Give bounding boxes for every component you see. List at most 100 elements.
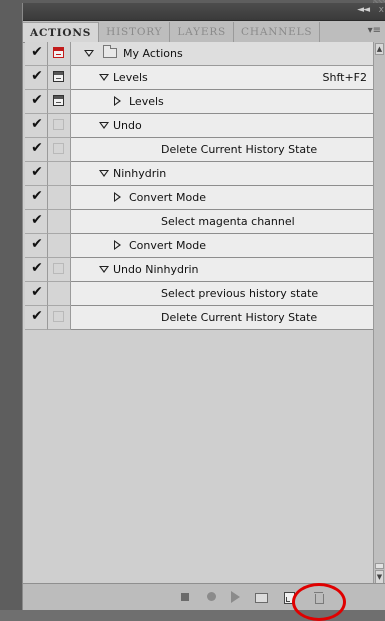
action-label: Undo Ninhydrin bbox=[113, 263, 199, 276]
action-step-row[interactable]: ✔ Select magenta channel bbox=[23, 210, 374, 234]
expanded-triangle-icon[interactable] bbox=[84, 50, 94, 57]
tab-channels[interactable]: CHANNELS bbox=[234, 22, 321, 42]
checkmark-icon: ✔ bbox=[31, 68, 43, 84]
action-set-row[interactable]: ✔ My Actions bbox=[23, 42, 374, 66]
play-selection-button[interactable] bbox=[227, 590, 243, 604]
toggle-item-on-off[interactable]: ✔ bbox=[25, 258, 48, 282]
toggle-dialog-on-off[interactable] bbox=[48, 210, 71, 234]
action-item[interactable]: Select previous history state bbox=[71, 282, 374, 306]
action-label: Undo bbox=[113, 119, 142, 132]
expanded-triangle-icon[interactable] bbox=[99, 122, 109, 129]
action-item[interactable]: Select magenta channel bbox=[71, 210, 374, 234]
action-label: Delete Current History State bbox=[161, 311, 318, 324]
collapsed-triangle-icon[interactable] bbox=[114, 192, 121, 202]
toggle-dialog-on-off[interactable] bbox=[48, 258, 71, 282]
toggle-item-on-off[interactable]: ✔ bbox=[25, 306, 48, 330]
toggle-dialog-on-off[interactable] bbox=[48, 90, 71, 114]
create-new-action-button[interactable] bbox=[281, 590, 297, 604]
toggle-dialog-on-off[interactable] bbox=[48, 66, 71, 90]
action-item[interactable]: My Actions bbox=[71, 42, 374, 66]
action-item[interactable]: Ninhydrin bbox=[71, 162, 374, 186]
dialog-placeholder-icon bbox=[53, 263, 64, 274]
scroll-up-arrow-icon[interactable]: ▲ bbox=[375, 43, 384, 55]
tab-layers[interactable]: LAYERS bbox=[170, 22, 235, 42]
action-row[interactable]: ✔ Levels Shft+F2 bbox=[23, 66, 374, 90]
action-label: Select previous history state bbox=[161, 287, 319, 300]
close-icon[interactable]: x bbox=[379, 5, 384, 15]
panel-menu-icon[interactable]: ▾≡ bbox=[368, 25, 381, 36]
action-step-row[interactable]: ✔ Levels bbox=[23, 90, 374, 114]
dialog-placeholder-icon bbox=[53, 119, 64, 130]
checkmark-icon: ✔ bbox=[31, 44, 43, 60]
stop-playing-recording-button[interactable] bbox=[178, 590, 194, 604]
action-label: My Actions bbox=[123, 47, 183, 60]
collapsed-triangle-icon[interactable] bbox=[114, 240, 121, 250]
toggle-dialog-on-off[interactable] bbox=[48, 138, 71, 162]
dialog-icon bbox=[53, 47, 64, 58]
toggle-dialog-on-off[interactable] bbox=[48, 306, 71, 330]
toggle-dialog-on-off[interactable] bbox=[48, 114, 71, 138]
expanded-triangle-icon[interactable] bbox=[99, 266, 109, 273]
toggle-dialog-on-off[interactable] bbox=[48, 42, 71, 66]
toggle-item-on-off[interactable]: ✔ bbox=[25, 186, 48, 210]
action-label: Convert Mode bbox=[129, 191, 206, 204]
toggle-item-on-off[interactable]: ✔ bbox=[25, 90, 48, 114]
action-item[interactable]: Undo Ninhydrin bbox=[71, 258, 374, 282]
checkmark-icon: ✔ bbox=[31, 236, 43, 252]
begin-recording-button[interactable] bbox=[204, 590, 220, 604]
toggle-item-on-off[interactable]: ✔ bbox=[25, 282, 48, 306]
action-step-row[interactable]: ✔ Convert Mode bbox=[23, 186, 374, 210]
action-step-row[interactable]: ✔ Select previous history state bbox=[23, 282, 374, 306]
create-new-set-button[interactable] bbox=[253, 590, 269, 604]
toggle-dialog-on-off[interactable] bbox=[48, 162, 71, 186]
scroll-thumb[interactable] bbox=[375, 563, 384, 569]
scroll-down-arrow-icon[interactable]: ▼ bbox=[375, 570, 384, 584]
toggle-item-on-off[interactable]: ✔ bbox=[25, 114, 48, 138]
checkmark-icon: ✔ bbox=[31, 92, 43, 108]
collapsed-triangle-icon[interactable] bbox=[114, 96, 121, 106]
action-item[interactable]: Undo bbox=[71, 114, 374, 138]
action-item[interactable]: Levels bbox=[71, 90, 374, 114]
toggle-dialog-on-off[interactable] bbox=[48, 234, 71, 258]
panel-tabs: ACTIONS HISTORY LAYERS CHANNELS ▾≡ bbox=[23, 21, 385, 43]
toggle-item-on-off[interactable]: ✔ bbox=[25, 42, 48, 66]
toggle-item-on-off[interactable]: ✔ bbox=[25, 234, 48, 258]
toggle-item-on-off[interactable]: ✔ bbox=[25, 66, 48, 90]
action-step-row[interactable]: ✔ Delete Current History State bbox=[23, 306, 374, 330]
action-label: Select magenta channel bbox=[161, 215, 295, 228]
delete-button[interactable] bbox=[311, 590, 327, 604]
checkmark-icon: ✔ bbox=[31, 284, 43, 300]
vertical-scrollbar[interactable]: ▲ ▼ bbox=[373, 42, 385, 584]
action-item[interactable]: Delete Current History State bbox=[71, 306, 374, 330]
action-label: Ninhydrin bbox=[113, 167, 167, 180]
action-item[interactable]: Levels Shft+F2 bbox=[71, 66, 374, 90]
tab-history[interactable]: HISTORY bbox=[99, 22, 171, 42]
checkmark-icon: ✔ bbox=[31, 260, 43, 276]
toggle-item-on-off[interactable]: ✔ bbox=[25, 162, 48, 186]
action-item[interactable]: Convert Mode bbox=[71, 234, 374, 258]
action-label: Levels bbox=[113, 71, 148, 84]
action-label: Delete Current History State bbox=[161, 143, 318, 156]
dialog-icon bbox=[53, 95, 64, 106]
action-row[interactable]: ✔ Undo Ninhydrin bbox=[23, 258, 374, 282]
toggle-item-on-off[interactable]: ✔ bbox=[25, 210, 48, 234]
actions-panel: ◄◄ x ACTIONS HISTORY LAYERS CHANNELS ▾≡ ✔ My … bbox=[22, 3, 385, 610]
action-step-row[interactable]: ✔ Convert Mode bbox=[23, 234, 374, 258]
collapse-icon[interactable]: ◄◄ bbox=[357, 5, 370, 15]
tab-actions[interactable]: ACTIONS bbox=[23, 22, 100, 42]
toggle-item-on-off[interactable]: ✔ bbox=[25, 138, 48, 162]
panel-titlebar: ◄◄ x bbox=[23, 3, 385, 21]
panel-bottom-toolbar bbox=[23, 583, 385, 610]
expanded-triangle-icon[interactable] bbox=[99, 170, 109, 177]
toggle-dialog-on-off[interactable] bbox=[48, 282, 71, 306]
expanded-triangle-icon[interactable] bbox=[99, 74, 109, 81]
action-label: Levels bbox=[129, 95, 164, 108]
keyboard-shortcut: Shft+F2 bbox=[322, 71, 368, 84]
action-row[interactable]: ✔ Ninhydrin bbox=[23, 162, 374, 186]
action-item[interactable]: Convert Mode bbox=[71, 186, 374, 210]
dialog-icon bbox=[53, 71, 64, 82]
toggle-dialog-on-off[interactable] bbox=[48, 186, 71, 210]
action-step-row[interactable]: ✔ Delete Current History State bbox=[23, 138, 374, 162]
action-item[interactable]: Delete Current History State bbox=[71, 138, 374, 162]
action-row[interactable]: ✔ Undo bbox=[23, 114, 374, 138]
